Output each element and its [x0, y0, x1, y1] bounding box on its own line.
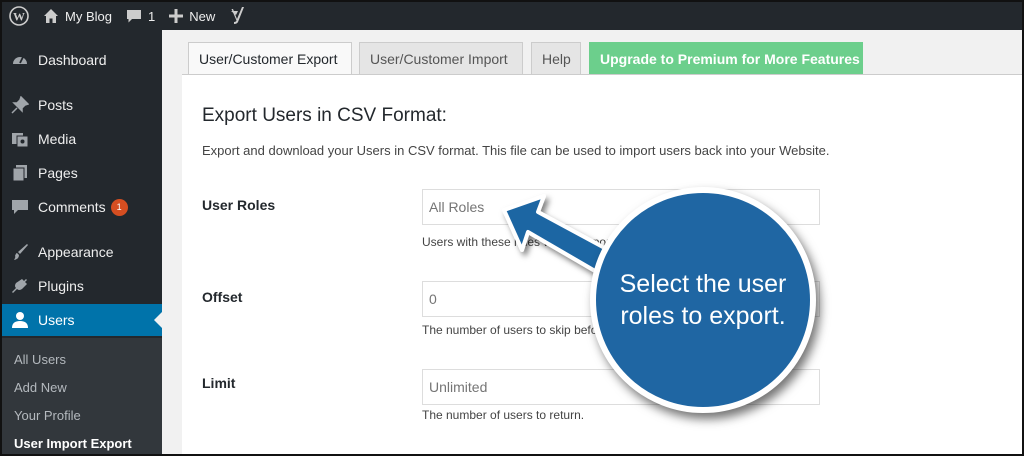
comments-count: 1 [147, 8, 156, 24]
comments-link[interactable]: 1 [119, 2, 162, 30]
site-name-link[interactable]: My Blog [36, 2, 119, 30]
sidebar-item-users[interactable]: Users [2, 304, 162, 336]
limit-label: Limit [202, 375, 236, 391]
tab-user-customer-export[interactable]: User/Customer Export [188, 42, 352, 76]
media-icon [10, 129, 30, 149]
pages-icon [10, 163, 30, 183]
callout-bubble: Select the user roles to export. [590, 187, 816, 413]
seo-plugin-button[interactable] [222, 2, 252, 30]
sidebar-item-label: Appearance [38, 244, 114, 260]
home-icon [44, 9, 58, 23]
new-label: New [189, 8, 216, 24]
sidebar-item-posts[interactable]: Posts [2, 89, 162, 121]
sidebar-item-pages[interactable]: Pages [2, 157, 162, 189]
user-icon [10, 310, 30, 330]
tab-upgrade-premium[interactable]: Upgrade to Premium for More Features [589, 42, 863, 74]
callout-text: Select the user roles to export. [619, 270, 787, 330]
sidebar-item-label: Posts [38, 97, 74, 113]
tab-help[interactable]: Help [531, 42, 581, 74]
sidebar-item-label: Plugins [38, 278, 84, 294]
sidebar-item-label: Users [38, 312, 75, 328]
site-name: My Blog [65, 8, 112, 24]
submenu-item-user-import-export[interactable]: User Import Export [14, 436, 132, 451]
offset-label: Offset [202, 289, 243, 305]
limit-help: The number of users to return. [422, 408, 585, 422]
wordpress-logo-button[interactable]: W [2, 2, 36, 30]
submenu-item-your-profile[interactable]: Your Profile [14, 408, 81, 423]
svg-text:W: W [13, 10, 25, 24]
sidebar-item-dashboard[interactable]: Dashboard [2, 44, 162, 76]
brush-icon [10, 242, 30, 262]
new-content-button[interactable]: New [162, 2, 222, 30]
sidebar-item-plugins[interactable]: Plugins [2, 270, 162, 302]
yoast-icon [231, 7, 245, 24]
dashboard-icon [10, 50, 30, 70]
admin-bar: W My Blog 1 New [2, 2, 1022, 30]
comment-bubble-icon [126, 10, 141, 23]
app-window: W My Blog 1 New Dashboard Posts Media Pa… [0, 0, 1024, 456]
page-title: Export Users in CSV Format: [202, 105, 447, 126]
plug-icon [10, 276, 30, 296]
users-submenu: All Users Add New Your Profile User Impo… [2, 338, 162, 454]
sidebar-item-label: Comments [38, 199, 106, 215]
comments-badge: 1 [110, 198, 128, 216]
sidebar-item-media[interactable]: Media [2, 123, 162, 155]
sidebar-item-comments[interactable]: Comments 1 [2, 191, 162, 223]
sidebar-item-label: Media [38, 131, 77, 147]
sidebar-item-appearance[interactable]: Appearance [2, 236, 162, 268]
wordpress-icon: W [9, 6, 29, 26]
pin-icon [10, 95, 30, 115]
admin-sidebar: Dashboard Posts Media Pages Comments 1 A… [2, 30, 162, 454]
page-description: Export and download your Users in CSV fo… [202, 143, 830, 158]
comment-icon [10, 197, 30, 217]
sidebar-item-label: Dashboard [38, 52, 107, 68]
plus-icon [169, 9, 184, 23]
submenu-item-add-new[interactable]: Add New [14, 380, 67, 395]
tab-user-customer-import[interactable]: User/Customer Import [359, 42, 523, 74]
sidebar-item-label: Pages [38, 165, 78, 181]
submenu-item-all-users[interactable]: All Users [14, 352, 66, 367]
user-roles-label: User Roles [202, 197, 276, 213]
